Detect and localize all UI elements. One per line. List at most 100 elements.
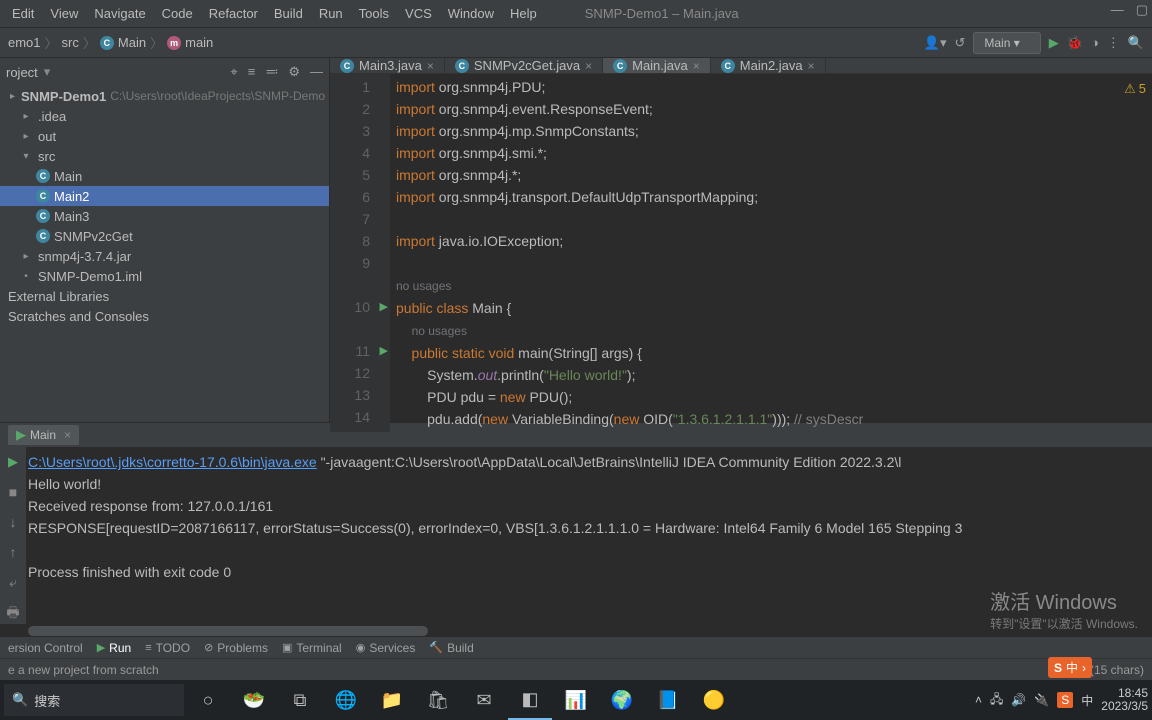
down-icon[interactable]: ↓ — [10, 511, 17, 533]
menu-refactor[interactable]: Refactor — [201, 3, 266, 24]
tree-file-iml[interactable]: SNMP-Demo1.iml — [38, 269, 142, 284]
breadcrumb-project[interactable]: emo1 — [8, 35, 41, 50]
close-icon[interactable]: × — [585, 59, 592, 73]
user-icon[interactable]: 👤▾ — [924, 35, 947, 51]
run-gutter-icon[interactable]: ▶ — [380, 296, 388, 318]
java-exe-link[interactable]: C:\Users\root\.jdks\corretto-17.0.6\bin\… — [28, 454, 317, 470]
taskbar-browser-icon[interactable]: 🌍 — [600, 680, 644, 720]
menu-view[interactable]: View — [42, 3, 86, 24]
project-tree[interactable]: ▸SNMP-Demo1C:\Users\root\IdeaProjects\SN… — [0, 86, 329, 422]
system-tray[interactable]: ˄ 🖧 🔊 🔌 S 中 18:45 2023/3/5 — [975, 687, 1148, 713]
warnings-badge[interactable]: ⚠ 5 — [1124, 78, 1146, 100]
taskbar-chrome-icon[interactable]: 🟡 — [692, 680, 736, 720]
stop-icon[interactable]: ■ — [9, 481, 17, 503]
taskbar-taskview-icon[interactable]: ⧉ — [278, 680, 322, 720]
collapse-all-icon[interactable]: ≕ — [265, 64, 278, 80]
tray-network-icon[interactable]: 🖧 — [990, 690, 1003, 711]
project-tool-title[interactable]: roject — [6, 65, 38, 80]
tray-sogou-icon[interactable]: S — [1057, 692, 1073, 708]
menu-tools[interactable]: Tools — [351, 3, 397, 24]
tool-run[interactable]: ▶Run — [97, 641, 131, 655]
taskbar-intellij-icon[interactable]: ◧ — [508, 680, 552, 720]
run-button[interactable]: ▶ — [1049, 35, 1059, 51]
taskbar-search[interactable]: 🔍搜索 — [4, 684, 184, 716]
tool-problems[interactable]: ⊘Problems — [204, 641, 268, 655]
tree-folder-src[interactable]: src — [38, 149, 55, 164]
taskbar-mail-icon[interactable]: ✉ — [462, 680, 506, 720]
tool-terminal[interactable]: ▣Terminal — [282, 641, 342, 655]
menu-bar: Edit View Navigate Code Refactor Build R… — [0, 0, 1152, 28]
tree-folder-idea[interactable]: .idea — [38, 109, 66, 124]
tray-ime[interactable]: 中 — [1081, 692, 1093, 709]
menu-help[interactable]: Help — [502, 3, 545, 24]
menu-run[interactable]: Run — [311, 3, 351, 24]
menu-edit[interactable]: Edit — [4, 3, 42, 24]
tree-class-main2[interactable]: Main2 — [54, 189, 89, 204]
tray-date[interactable]: 2023/3/5 — [1101, 700, 1148, 713]
tree-class-main3[interactable]: Main3 — [54, 209, 89, 224]
tray-chevron-icon[interactable]: ˄ — [975, 693, 982, 707]
windows-taskbar: 🔍搜索 ○ 🥗 ⧉ 🌐 📁 🛍 ✉ ◧ 📊 🌍 📘 🟡 ˄ 🖧 🔊 🔌 S 中 … — [0, 680, 1152, 720]
tab-snmpv2cget[interactable]: CSNMPv2cGet.java× — [445, 58, 603, 73]
taskbar-app-icon[interactable]: 🥗 — [232, 680, 276, 720]
run-gutter-icon[interactable]: ▶ — [380, 340, 388, 362]
tree-class-main[interactable]: Main — [54, 169, 82, 184]
tree-file-jar[interactable]: snmp4j-3.7.4.jar — [38, 249, 131, 264]
code-editor[interactable]: import org.snmp4j.PDU; import org.snmp4j… — [390, 74, 1152, 432]
tab-main3[interactable]: CMain3.java× — [330, 58, 445, 73]
tree-root[interactable]: SNMP-Demo1 — [21, 89, 106, 104]
ime-indicator[interactable]: S中› — [1048, 657, 1092, 678]
tray-volume-icon[interactable]: 🔊 — [1011, 693, 1026, 707]
wrap-icon[interactable]: ⤶ — [9, 571, 17, 593]
maximize-icon[interactable]: ▢ — [1136, 2, 1148, 18]
debug-button[interactable]: 🐞 — [1067, 35, 1083, 51]
tool-version-control[interactable]: ersion Control — [8, 641, 83, 655]
taskbar-cortana-icon[interactable]: ○ — [186, 680, 230, 720]
taskbar-word-icon[interactable]: 📘 — [646, 680, 690, 720]
taskbar-app2-icon[interactable]: 📊 — [554, 680, 598, 720]
editor-gutter[interactable]: 1 2 3 4 5 6 7 8 9 10 11 12 13 14 ▶ ▶ — [330, 74, 390, 432]
run-config-select[interactable]: Main ▾ — [973, 32, 1040, 54]
tab-main[interactable]: CMain.java× — [603, 58, 711, 73]
settings-icon[interactable]: ⚙ — [288, 64, 300, 80]
close-icon[interactable]: × — [64, 428, 71, 442]
breadcrumb-src[interactable]: src — [62, 35, 79, 50]
tree-scratches[interactable]: Scratches and Consoles — [8, 309, 149, 324]
print-icon[interactable]: 🖶 — [6, 601, 19, 623]
horizontal-scrollbar[interactable] — [28, 626, 428, 636]
tree-external-libraries[interactable]: External Libraries — [8, 289, 109, 304]
breadcrumb-method[interactable]: main — [185, 35, 213, 50]
menu-window[interactable]: Window — [440, 3, 502, 24]
taskbar-edge-icon[interactable]: 🌐 — [324, 680, 368, 720]
tab-main2[interactable]: CMain2.java× — [711, 58, 826, 73]
close-icon[interactable]: × — [808, 59, 815, 73]
tool-services[interactable]: ◉Services — [356, 641, 416, 655]
breadcrumb-class[interactable]: Main — [118, 35, 146, 50]
run-tab-main[interactable]: ▶Main× — [8, 425, 79, 445]
minimize-icon[interactable]: — — [1111, 2, 1124, 18]
rerun-icon[interactable]: ▶ — [8, 451, 18, 473]
file-icon: • — [18, 269, 34, 283]
expand-all-icon[interactable]: ≡ — [248, 64, 256, 80]
search-icon[interactable]: 🔍 — [1128, 35, 1144, 51]
up-icon[interactable]: ↑ — [10, 541, 17, 563]
run-console[interactable]: C:\Users\root\.jdks\corretto-17.0.6\bin\… — [26, 447, 1152, 624]
undo-icon[interactable]: ↺ — [954, 35, 965, 51]
coverage-button[interactable]: ◑ — [1091, 35, 1099, 50]
menu-navigate[interactable]: Navigate — [86, 3, 153, 24]
select-open-file-icon[interactable]: ⌖ — [230, 64, 237, 80]
menu-build[interactable]: Build — [266, 3, 311, 24]
tool-todo[interactable]: ≡TODO — [145, 641, 190, 655]
hide-icon[interactable]: — — [310, 64, 323, 80]
tree-folder-out[interactable]: out — [38, 129, 56, 144]
more-actions-icon[interactable]: ⋮ — [1107, 35, 1120, 51]
taskbar-explorer-icon[interactable]: 📁 — [370, 680, 414, 720]
tray-battery-icon[interactable]: 🔌 — [1034, 693, 1049, 707]
close-icon[interactable]: × — [693, 59, 700, 73]
menu-code[interactable]: Code — [154, 3, 201, 24]
tool-build[interactable]: 🔨Build — [429, 641, 473, 655]
tree-class-snmpv2cget[interactable]: SNMPv2cGet — [54, 229, 133, 244]
close-icon[interactable]: × — [427, 59, 434, 73]
taskbar-store-icon[interactable]: 🛍 — [416, 680, 460, 720]
menu-vcs[interactable]: VCS — [397, 3, 440, 24]
